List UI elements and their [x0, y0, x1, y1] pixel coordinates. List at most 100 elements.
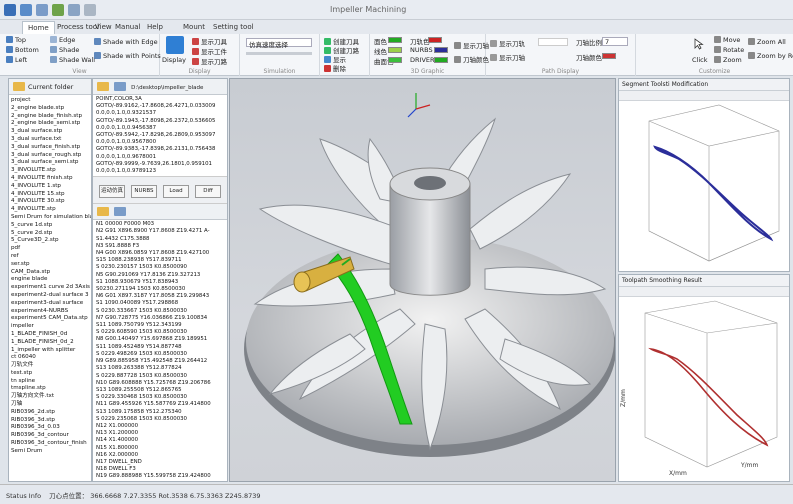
file-tree-item[interactable]: 刀轴方向文件.txt — [11, 393, 89, 401]
file-tree-item[interactable]: Semi Drum — [11, 448, 89, 456]
view-left-button[interactable]: Left — [6, 56, 27, 64]
file-tree-item[interactable]: RIB0396_2d.stp — [11, 409, 89, 417]
view-top-button[interactable]: Top — [6, 36, 26, 44]
surface-color-swatch[interactable] — [388, 57, 402, 63]
open-folder-icon[interactable] — [97, 207, 109, 217]
zoom-button[interactable]: Zoom — [714, 56, 742, 64]
zoom-all-button[interactable]: Zoom All — [748, 38, 786, 46]
tab-help[interactable]: Help — [142, 21, 168, 34]
simulation-speed-dropdown[interactable]: 仿真速度选择 — [246, 38, 312, 49]
file-tree-item[interactable]: RIB0396_3d_0.03 — [11, 424, 89, 432]
tab-manual[interactable]: Manual — [110, 21, 145, 34]
file-tree-item[interactable]: 1_impeller with splitter — [11, 347, 89, 355]
display-button[interactable]: Display — [162, 56, 186, 64]
file-tree-item[interactable]: 刀轴 — [11, 401, 89, 409]
file-tree-item[interactable]: experiment3-dual surface — [11, 300, 89, 308]
file-tree-item[interactable]: experiment1 curve 2d 3Axis — [11, 284, 90, 292]
show-tool-axis-toggle[interactable]: 显示刀轴 — [490, 52, 525, 62]
line-color-swatch[interactable] — [388, 47, 402, 53]
simulation-slider[interactable] — [246, 52, 312, 55]
path-color-swatch[interactable] — [428, 37, 442, 43]
path-width-field[interactable] — [538, 38, 568, 46]
file-tree-item[interactable]: 5_curve 1d.stp — [11, 222, 89, 230]
open-folder-icon[interactable] — [97, 82, 109, 91]
shade-with-edge-button[interactable]: Shade with Edge — [94, 38, 158, 46]
click-icon[interactable] — [694, 38, 704, 50]
file-tree-item[interactable]: 1_BLADE_FINISH_0d_2 — [11, 339, 89, 347]
tab-setting-tool[interactable]: Setting tool — [208, 21, 259, 34]
file-tree-item[interactable]: 刀轨文件 — [11, 362, 89, 370]
file-tree-item[interactable]: Semi Drum for simulation blade — [11, 214, 91, 222]
nc-code-text[interactable]: N1 00000 F0000 M03 N2 G91 X896.8900 Y17.8… — [93, 220, 227, 481]
save-file-icon[interactable] — [114, 207, 127, 217]
click-button[interactable]: Click — [692, 56, 708, 64]
undo-icon[interactable] — [52, 4, 64, 16]
file-tree-item[interactable]: 3_dual surface_rough.stp — [11, 152, 89, 160]
delete-button[interactable]: 删除 — [324, 63, 346, 73]
edge-button[interactable]: Edge — [50, 36, 75, 44]
file-tree-item[interactable]: 4_INVOLUTE finish.stp — [11, 175, 89, 183]
move-button[interactable]: Move — [714, 36, 740, 44]
show-axis-button[interactable]: 显示刀轴 — [454, 40, 489, 50]
file-tree-item[interactable]: 4_INVOLUTE 30.stp — [11, 198, 89, 206]
nurbs-button[interactable]: NURBS — [131, 185, 157, 199]
file-tree-item[interactable]: ct 06040 — [11, 354, 89, 362]
redo-icon[interactable] — [68, 4, 80, 16]
save-file-icon[interactable] — [114, 82, 127, 91]
zoom-by-rect-button[interactable]: Zoom by Rect — [748, 52, 793, 60]
axis-color-button[interactable]: 刀轴颜色 — [454, 54, 489, 64]
file-tree-item[interactable]: RIB0396_3d_contour — [11, 432, 89, 440]
file-tree-item[interactable]: 1_BLADE_FINISH_0d — [11, 331, 89, 339]
file-tree-item[interactable]: ser.stp — [11, 261, 89, 269]
file-tree-item[interactable]: experiment5 CAM_Data.stp — [11, 315, 89, 323]
file-tree-item[interactable]: CAM_Data.stp — [11, 269, 89, 277]
current-folder-button[interactable]: Current folder — [28, 83, 73, 91]
file-tree-item[interactable]: pdf — [11, 245, 89, 253]
file-tree-item[interactable]: RIB0396_3d_contour_finish — [11, 440, 89, 448]
axis-scale-input[interactable]: 7 — [602, 37, 628, 46]
toolpath-source-text[interactable]: POINT,COLOR,3A GOTO/-89.9162,-17.8608,26.… — [93, 95, 227, 176]
file-tree-item[interactable]: experiment4-NURBS — [11, 308, 89, 316]
file-tree-item[interactable]: project — [11, 97, 89, 105]
file-tree-item[interactable]: 2_engine blade.stp — [11, 105, 89, 113]
show-workpiece-button[interactable]: 显示工件 — [192, 46, 227, 56]
nurbs-color-swatch[interactable] — [434, 47, 448, 53]
file-tree-item[interactable]: 3_INVOLUTE.stp — [11, 167, 89, 175]
save-icon[interactable] — [20, 4, 32, 16]
file-tree-item[interactable]: 2_engine blade_semi.stp — [11, 120, 89, 128]
tab-mount[interactable]: Mount — [178, 21, 210, 34]
display-button-icon[interactable] — [166, 36, 184, 54]
rotate-button[interactable]: Rotate — [714, 46, 744, 54]
simulate-button[interactable]: 运动仿真 — [99, 185, 125, 199]
drivers-color-swatch[interactable] — [434, 57, 448, 63]
file-tree-item[interactable]: impeller — [11, 323, 89, 331]
load-button[interactable]: Load — [163, 185, 189, 199]
file-tree-item[interactable]: 3_dual surface_finish.stp — [11, 144, 89, 152]
file-tree-item[interactable]: 4_INVOLUTE 1.stp — [11, 183, 89, 191]
view-bottom-button[interactable]: Bottom — [6, 46, 39, 54]
show-tool-button[interactable]: 显示刀具 — [192, 36, 227, 46]
tab-home[interactable]: Home — [22, 21, 55, 34]
file-tree-item[interactable]: engine blade — [11, 276, 89, 284]
chevron-down-icon[interactable] — [84, 4, 96, 16]
file-tree-item[interactable]: experiment2-dual surface 3 — [11, 292, 89, 300]
shade-wall-button[interactable]: Shade Wall — [50, 56, 95, 64]
file-tree-item[interactable]: RIB0396_3d.stp — [11, 417, 89, 425]
file-tree-item[interactable]: 3_dual surface_semi.stp — [11, 159, 89, 167]
file-tree-item[interactable]: 2_engine blade_finish.stp — [11, 113, 89, 121]
open-icon[interactable] — [36, 4, 48, 16]
file-tree-item[interactable]: 4_INVOLUTE 15.stp — [11, 191, 89, 199]
3d-viewport[interactable] — [229, 78, 616, 482]
file-tree-item[interactable]: tn spline — [11, 378, 89, 386]
axis-color-swatch[interactable] — [602, 53, 616, 59]
file-tree-item[interactable]: 4_INVOLUTE.stp — [11, 206, 89, 214]
file-tree-item[interactable]: ref — [11, 253, 89, 261]
show-toolpath-toggle[interactable]: 显示刀轨 — [490, 38, 525, 48]
show-toolpath-button[interactable]: 显示刀路 — [192, 56, 227, 66]
shade-with-points-button[interactable]: Shade with Points — [94, 52, 161, 60]
shade-button[interactable]: Shade — [50, 46, 79, 54]
diff-button[interactable]: Diff — [195, 185, 221, 199]
file-tree-item[interactable]: test.stp — [11, 370, 89, 378]
file-tree-item[interactable]: 3_dual surface.txt — [11, 136, 89, 144]
file-tree-item[interactable]: 3_dual surface.stp — [11, 128, 89, 136]
